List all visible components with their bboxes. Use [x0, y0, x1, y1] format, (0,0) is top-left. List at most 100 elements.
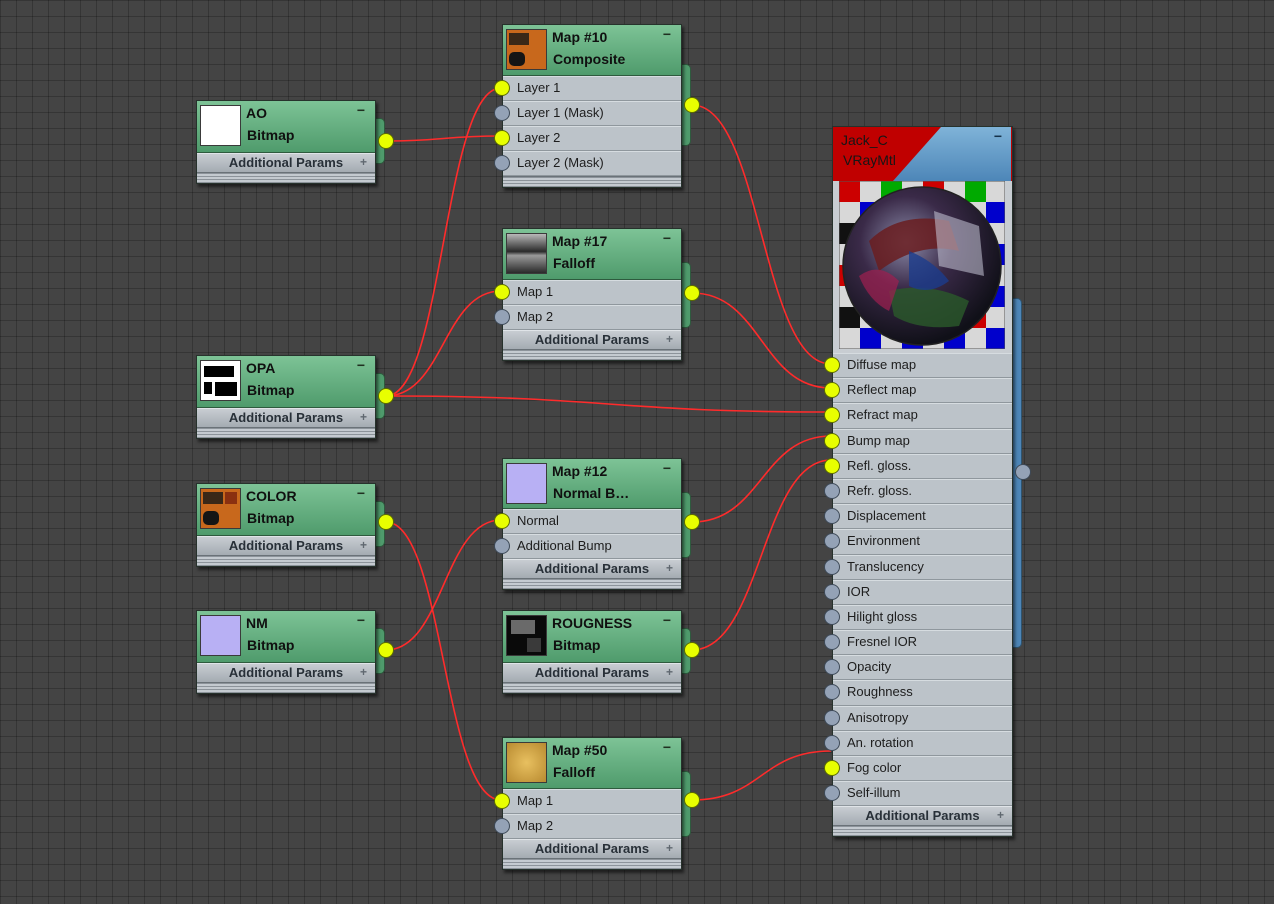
material-input-an-rotation[interactable]: An. rotation: [824, 730, 1012, 756]
node-resize-footer[interactable]: [833, 825, 1012, 837]
input-socket[interactable]: [824, 785, 840, 802]
additional-params-rollout[interactable]: Additional Params +: [197, 408, 375, 427]
input-socket[interactable]: [824, 760, 840, 776]
input-socket[interactable]: [824, 684, 840, 701]
input-socket[interactable]: [494, 130, 510, 146]
node-header[interactable]: ROUGNESS Bitmap −: [503, 611, 681, 663]
input-additional-bump[interactable]: Additional Bump: [494, 534, 681, 559]
material-input-diffuse-map[interactable]: Diffuse map: [824, 353, 1012, 379]
material-input-self-illum[interactable]: Self-illum: [824, 781, 1012, 807]
additional-params-rollout[interactable]: Additional Params +: [833, 806, 1012, 826]
collapse-icon[interactable]: −: [357, 103, 365, 117]
input-socket[interactable]: [824, 533, 840, 550]
input-socket[interactable]: [494, 105, 510, 121]
output-socket[interactable]: [684, 642, 700, 658]
input-socket[interactable]: [824, 407, 840, 424]
node-header[interactable]: COLOR Bitmap −: [197, 484, 375, 536]
node-opa[interactable]: OPA Bitmap − Additional Params +: [196, 355, 376, 439]
material-header[interactable]: Jack_C VRayMtl −: [833, 127, 1012, 181]
material-input-hilight-gloss[interactable]: Hilight gloss: [824, 604, 1012, 631]
output-socket[interactable]: [684, 514, 700, 530]
node-resize-footer[interactable]: [503, 349, 681, 360]
input-socket[interactable]: [494, 284, 510, 300]
input-normal[interactable]: Normal: [494, 509, 681, 534]
input-socket[interactable]: [494, 155, 510, 171]
collapse-icon[interactable]: −: [663, 461, 671, 475]
node-nm[interactable]: NM Bitmap − Additional Params +: [196, 610, 376, 694]
node-map10-composite[interactable]: Map #10 Composite − Layer 1 Layer 1 (Mas…: [494, 24, 682, 188]
expand-icon[interactable]: +: [666, 664, 673, 681]
material-input-fresnel-ior[interactable]: Fresnel IOR: [824, 630, 1012, 656]
input-socket[interactable]: [824, 608, 840, 625]
input-map-1[interactable]: Map 1: [494, 280, 681, 305]
output-socket[interactable]: [378, 133, 394, 149]
input-socket[interactable]: [824, 457, 840, 474]
collapse-icon[interactable]: −: [663, 27, 671, 41]
input-socket[interactable]: [824, 432, 840, 449]
node-resize-footer[interactable]: [197, 427, 375, 438]
node-header[interactable]: OPA Bitmap −: [197, 356, 375, 408]
input-socket[interactable]: [824, 734, 840, 751]
material-output-socket[interactable]: [1015, 464, 1031, 480]
output-socket[interactable]: [684, 97, 700, 113]
collapse-icon[interactable]: −: [357, 613, 365, 627]
node-rougness[interactable]: ROUGNESS Bitmap − Additional Params +: [502, 610, 682, 694]
collapse-icon[interactable]: −: [357, 486, 365, 500]
input-map-2[interactable]: Map 2: [494, 305, 681, 330]
input-socket[interactable]: [824, 634, 840, 651]
material-input-reflect-map[interactable]: Reflect map: [824, 378, 1012, 404]
material-input-refract-map[interactable]: Refract map: [824, 403, 1012, 429]
node-ao[interactable]: AO Bitmap − Additional Params +: [196, 100, 376, 184]
material-input-fog-color[interactable]: Fog color: [824, 756, 1012, 782]
additional-params-rollout[interactable]: Additional Params +: [503, 330, 681, 349]
node-resize-footer[interactable]: [197, 555, 375, 566]
material-input-anisotropy[interactable]: Anisotropy: [824, 705, 1012, 731]
material-input-translucency[interactable]: Translucency: [824, 554, 1012, 580]
material-input-bump-map[interactable]: Bump map: [824, 428, 1012, 454]
expand-icon[interactable]: +: [360, 537, 367, 554]
expand-icon[interactable]: +: [360, 154, 367, 171]
node-jack-vraymtl[interactable]: Jack_C VRayMtl − Diffuse map Reflect map…: [824, 126, 1013, 838]
expand-icon[interactable]: +: [666, 560, 673, 577]
input-socket[interactable]: [824, 482, 840, 499]
input-socket[interactable]: [824, 558, 840, 575]
additional-params-rollout[interactable]: Additional Params +: [197, 153, 375, 172]
additional-params-rollout[interactable]: Additional Params +: [503, 663, 681, 682]
material-input-refl-gloss[interactable]: Refl. gloss.: [824, 453, 1012, 479]
input-socket[interactable]: [824, 357, 840, 373]
output-socket[interactable]: [378, 642, 394, 658]
expand-icon[interactable]: +: [997, 807, 1004, 824]
node-header[interactable]: Map #10 Composite −: [503, 25, 681, 76]
expand-icon[interactable]: +: [666, 331, 673, 348]
input-socket[interactable]: [824, 659, 840, 676]
collapse-icon[interactable]: −: [994, 129, 1002, 143]
node-header[interactable]: Map #12 Normal B… −: [503, 459, 681, 509]
node-resize-footer[interactable]: [503, 682, 681, 693]
material-input-roughness[interactable]: Roughness: [824, 680, 1012, 706]
node-resize-footer[interactable]: [197, 172, 375, 183]
output-socket[interactable]: [378, 388, 394, 404]
node-map17-falloff[interactable]: Map #17 Falloff − Map 1 Map 2 Additional…: [494, 228, 682, 361]
input-socket[interactable]: [494, 80, 510, 96]
expand-icon[interactable]: +: [360, 409, 367, 426]
node-resize-footer[interactable]: [503, 858, 681, 869]
node-color[interactable]: COLOR Bitmap − Additional Params +: [196, 483, 376, 567]
node-map50-falloff[interactable]: Map #50 Falloff − Map 1 Map 2 Additional…: [494, 737, 682, 870]
node-map12-normal-bump[interactable]: Map #12 Normal B… − Normal Additional Bu…: [494, 458, 682, 590]
node-resize-footer[interactable]: [503, 176, 681, 187]
node-header[interactable]: AO Bitmap −: [197, 101, 375, 153]
material-input-ior[interactable]: IOR: [824, 579, 1012, 605]
input-layer-1[interactable]: Layer 1: [494, 76, 681, 101]
node-resize-footer[interactable]: [197, 682, 375, 693]
input-socket[interactable]: [494, 818, 510, 834]
input-socket[interactable]: [494, 513, 510, 529]
input-socket[interactable]: [824, 382, 840, 399]
material-input-refr-gloss[interactable]: Refr. gloss.: [824, 478, 1012, 505]
additional-params-rollout[interactable]: Additional Params +: [503, 559, 681, 578]
additional-params-rollout[interactable]: Additional Params +: [197, 663, 375, 682]
collapse-icon[interactable]: −: [663, 740, 671, 754]
additional-params-rollout[interactable]: Additional Params +: [197, 536, 375, 555]
material-input-displacement[interactable]: Displacement: [824, 504, 1012, 530]
additional-params-rollout[interactable]: Additional Params +: [503, 839, 681, 858]
input-socket[interactable]: [824, 508, 840, 525]
